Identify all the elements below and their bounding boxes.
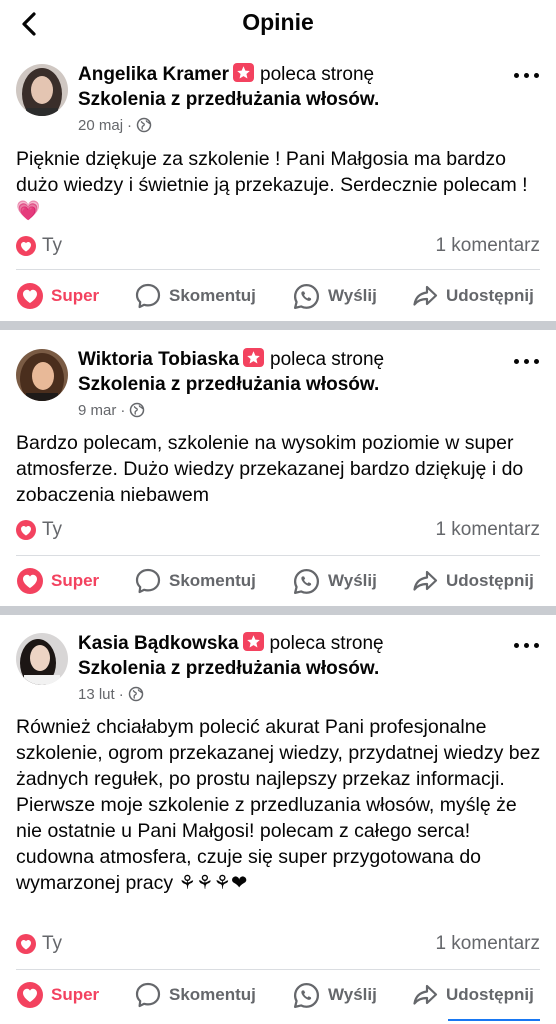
like-label: Super <box>51 571 100 590</box>
page-link[interactable]: Szkolenia z przedłużania włosów. <box>78 89 379 111</box>
reactions-summary[interactable]: Ty 1 komentarz <box>16 235 540 259</box>
comment-label: Skomentuj <box>169 985 256 1004</box>
reactor-label: Ty <box>42 933 63 954</box>
star-icon <box>243 348 265 367</box>
top-bar: Opinie <box>0 0 556 46</box>
recommends-text: poleca stronę <box>269 633 384 654</box>
avatar[interactable] <box>16 633 68 685</box>
page-title: Opinie <box>242 9 314 35</box>
page-link[interactable]: Szkolenia z przedłużania włosów. <box>78 374 379 396</box>
share-button[interactable]: Udostępnij <box>411 281 534 311</box>
globe-icon <box>128 686 144 706</box>
like-label: Super <box>51 286 100 305</box>
action-bar: Super Skomentuj Wyślij Udostępnij <box>0 980 556 1010</box>
reactor-label: Ty <box>42 235 63 256</box>
comment-button[interactable]: Skomentuj <box>134 566 256 596</box>
divider <box>16 269 540 270</box>
send-label: Wyślij <box>328 286 377 305</box>
more-options-icon[interactable] <box>514 357 542 367</box>
like-button[interactable]: Super <box>16 980 99 1010</box>
post-meta: 9 mar · <box>78 402 145 422</box>
author-line: Kasia Bądkowska poleca stronę <box>78 632 384 655</box>
love-reaction-icon <box>16 934 36 959</box>
send-button[interactable]: Wyślij <box>292 980 377 1010</box>
review-text: Również chciałabym polecić akurat Pani p… <box>16 716 541 894</box>
globe-icon <box>136 117 152 137</box>
love-reaction-icon <box>16 236 36 261</box>
post-separator <box>0 606 556 615</box>
send-label: Wyślij <box>328 571 377 590</box>
share-label: Udostępnij <box>446 985 534 1004</box>
star-icon <box>242 632 264 651</box>
share-button[interactable]: Udostępnij <box>411 566 534 596</box>
divider <box>16 969 540 970</box>
action-bar: Super Skomentuj Wyślij Udostępnij <box>0 566 556 596</box>
review-post: Angelika Kramer poleca stronę Szkolenia z… <box>0 58 556 320</box>
share-label: Udostępnij <box>446 571 534 590</box>
author-name[interactable]: Kasia Bądkowska <box>78 633 239 654</box>
review-text: Pięknie dziękuje za szkolenie ! Pani Mał… <box>16 148 528 222</box>
scroll-indicator <box>448 1019 540 1021</box>
more-options-icon[interactable] <box>514 641 542 651</box>
reactions-summary[interactable]: Ty 1 komentarz <box>16 519 540 543</box>
post-date[interactable]: 20 maj <box>78 117 123 134</box>
recommends-text: poleca stronę <box>270 349 385 370</box>
page-link[interactable]: Szkolenia z przedłużania włosów. <box>78 658 379 680</box>
comment-button[interactable]: Skomentuj <box>134 980 256 1010</box>
love-reaction-icon <box>16 520 36 545</box>
recommends-text: poleca stronę <box>260 64 375 85</box>
comment-label: Skomentuj <box>169 571 256 590</box>
author-name[interactable]: Wiktoria Tobiaska <box>78 349 239 370</box>
post-date[interactable]: 13 lut <box>78 686 115 703</box>
globe-icon <box>129 402 145 422</box>
divider <box>16 555 540 556</box>
author-line: Angelika Kramer poleca stronę <box>78 63 374 86</box>
comment-button[interactable]: Skomentuj <box>134 281 256 311</box>
reactor-label: Ty <box>42 519 63 540</box>
more-options-icon[interactable] <box>514 71 542 81</box>
share-button[interactable]: Udostępnij <box>411 980 534 1010</box>
reactions-summary[interactable]: Ty 1 komentarz <box>16 933 540 957</box>
post-meta: 20 maj · <box>78 117 152 137</box>
like-label: Super <box>51 985 100 1004</box>
comment-label: Skomentuj <box>169 286 256 305</box>
post-separator <box>0 321 556 330</box>
post-meta: 13 lut · <box>78 686 144 706</box>
like-button[interactable]: Super <box>16 281 99 311</box>
avatar[interactable] <box>16 64 68 116</box>
review-text: Bardzo polecam, szkolenie na wysokim poz… <box>16 432 524 506</box>
author-name[interactable]: Angelika Kramer <box>78 64 229 85</box>
like-button[interactable]: Super <box>16 566 99 596</box>
comments-count[interactable]: 1 komentarz <box>435 519 540 541</box>
review-post: Wiktoria Tobiaska poleca stronę Szkolenia… <box>0 337 556 605</box>
star-icon <box>233 63 255 82</box>
send-label: Wyślij <box>328 985 377 1004</box>
author-line: Wiktoria Tobiaska poleca stronę <box>78 348 384 371</box>
share-label: Udostępnij <box>446 286 534 305</box>
comments-count[interactable]: 1 komentarz <box>435 933 540 955</box>
review-post: Kasia Bądkowska poleca stronę Szkolenia z… <box>0 621 556 1024</box>
post-date[interactable]: 9 mar <box>78 402 116 419</box>
send-button[interactable]: Wyślij <box>292 281 377 311</box>
send-button[interactable]: Wyślij <box>292 566 377 596</box>
avatar[interactable] <box>16 349 68 401</box>
action-bar: Super Skomentuj Wyślij Udostępnij <box>0 281 556 311</box>
comments-count[interactable]: 1 komentarz <box>435 235 540 257</box>
